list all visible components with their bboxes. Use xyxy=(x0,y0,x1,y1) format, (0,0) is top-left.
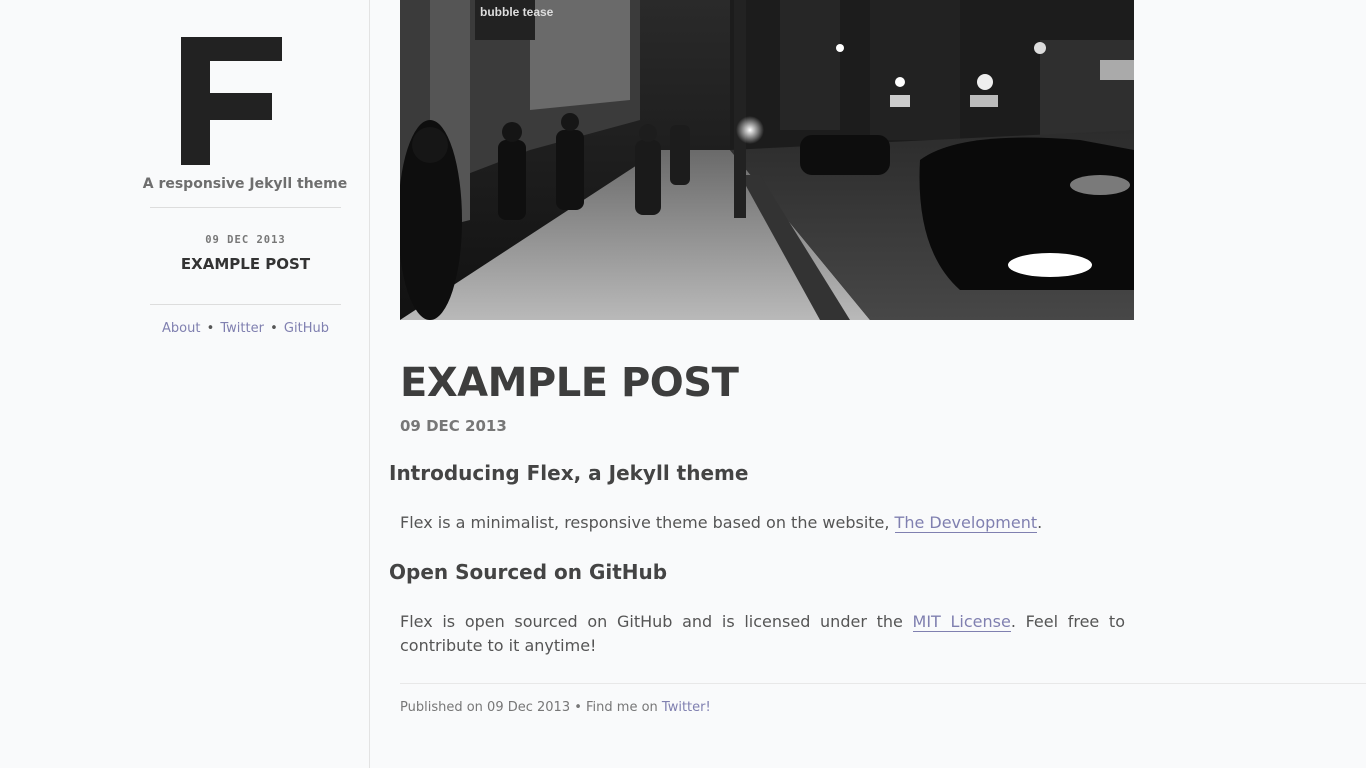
footer-twitter-link[interactable]: Twitter! xyxy=(662,700,711,715)
nav-link-about[interactable]: About xyxy=(162,321,200,336)
nav-separator: • xyxy=(270,321,278,336)
sidebar-divider xyxy=(150,304,341,305)
link-the-development[interactable]: The Development xyxy=(894,513,1038,533)
section-paragraph-open-sourced: Flex is open sourced on GitHub and is li… xyxy=(400,610,1125,658)
nav-link-twitter[interactable]: Twitter xyxy=(220,321,264,336)
post-footer: Published on 09 Dec 2013 • Find me on Tw… xyxy=(400,700,711,715)
street-photo: bubble tease xyxy=(400,0,1134,320)
section-heading-introducing: Introducing Flex, a Jekyll theme xyxy=(389,461,749,485)
site-logo[interactable] xyxy=(181,37,282,165)
shop-sign: bubble tease xyxy=(480,5,554,19)
section-heading-open-sourced: Open Sourced on GitHub xyxy=(389,560,668,584)
section-paragraph-introducing: Flex is a minimalist, responsive theme b… xyxy=(400,511,1125,535)
nav-separator: • xyxy=(206,321,215,336)
post-title: EXAMPLE POST xyxy=(400,360,739,406)
footer-divider xyxy=(400,683,1366,684)
hero-image: bubble tease xyxy=(400,0,1134,320)
paragraph-text: Flex is a minimalist, responsive theme b… xyxy=(400,513,895,532)
sidebar-post-title[interactable]: EXAMPLE POST xyxy=(150,255,341,273)
paragraph-text: . xyxy=(1037,513,1043,532)
footer-text: Published on 09 Dec 2013 • Find me on xyxy=(400,700,662,715)
sidebar-divider xyxy=(150,207,341,208)
sidebar-post-date: 09 DEC 2013 xyxy=(205,234,286,246)
sidebar-nav: About • Twitter • GitHub xyxy=(150,321,341,336)
link-mit-license[interactable]: MIT License xyxy=(912,612,1011,632)
nav-link-github[interactable]: GitHub xyxy=(284,321,329,336)
post-date: 09 DEC 2013 xyxy=(400,417,507,435)
sidebar: A responsive Jekyll theme 09 DEC 2013 EX… xyxy=(0,0,370,768)
paragraph-text: Flex is open sourced on GitHub and is li… xyxy=(400,612,913,631)
